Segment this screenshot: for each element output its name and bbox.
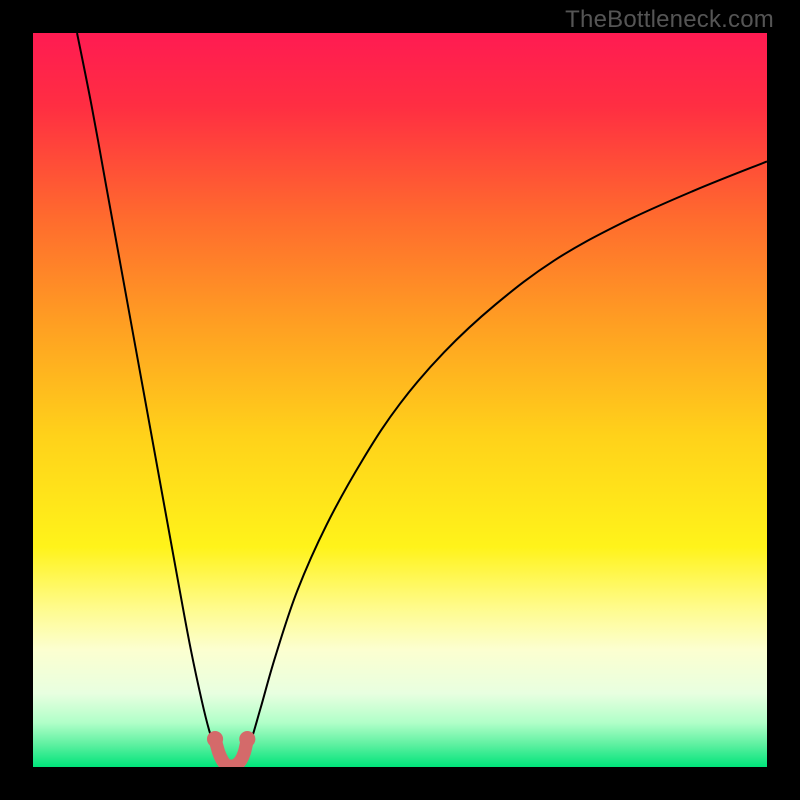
curve-layer — [33, 33, 767, 767]
plot-area — [33, 33, 767, 767]
chart-frame: TheBottleneck.com — [0, 0, 800, 800]
optimal-endpoint-marker — [207, 731, 223, 747]
watermark-text: TheBottleneck.com — [565, 6, 774, 34]
bottleneck-curve-left — [77, 33, 222, 763]
optimal-endpoint-marker — [239, 731, 255, 747]
bottleneck-curve-right — [241, 161, 767, 763]
